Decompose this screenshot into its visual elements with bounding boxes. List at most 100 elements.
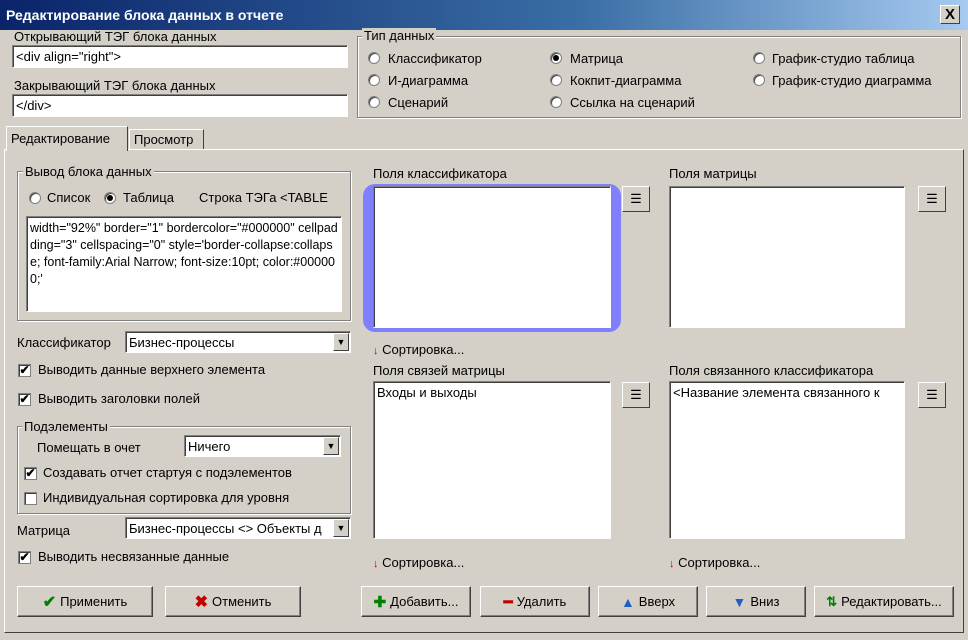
list-item[interactable]: Входы и выходы bbox=[377, 385, 477, 400]
chevron-down-icon[interactable]: ▼ bbox=[333, 519, 349, 537]
add-button[interactable]: ✚ Добавить... bbox=[361, 586, 471, 617]
radio-scenario-link[interactable] bbox=[550, 96, 562, 108]
cancel-label: Отменить bbox=[212, 594, 272, 609]
check-icon: ✔ bbox=[42, 593, 57, 611]
radio-cockpit-label: Кокпит-диаграмма bbox=[570, 73, 682, 88]
delete-label: Удалить bbox=[516, 594, 567, 609]
linked-classifier-fields-list[interactable]: <Название элемента связанного к bbox=[669, 381, 905, 539]
up-button[interactable]: ▲ Вверх bbox=[598, 586, 698, 617]
radio-graph-table-label: График-студио таблица bbox=[772, 51, 915, 66]
linked-classifier-sort[interactable]: ↓ Сортировка... bbox=[669, 555, 760, 570]
tab-editing[interactable]: Редактирование bbox=[6, 126, 128, 151]
list-item[interactable]: <Название элемента связанного к bbox=[673, 385, 901, 400]
sort-icon: ↓ bbox=[669, 558, 675, 570]
check-individual-sort[interactable] bbox=[24, 492, 37, 505]
classifier-fields-sort[interactable]: ↓ Сортировка... bbox=[373, 342, 464, 357]
subelements-title: Подэлементы bbox=[22, 419, 110, 434]
linked-classifier-settings-button[interactable]: ☰ bbox=[918, 382, 946, 408]
apply-button[interactable]: ✔ Применить bbox=[17, 586, 153, 617]
classifier-fields-list[interactable] bbox=[373, 186, 611, 328]
list-settings-icon: ☰ bbox=[926, 387, 938, 402]
minus-icon: ━ bbox=[503, 593, 513, 611]
check-field-headers-label: Выводить заголовки полей bbox=[38, 391, 200, 406]
radio-list-label: Список bbox=[47, 190, 91, 205]
radio-graph-diagram[interactable] bbox=[753, 74, 765, 86]
classifier-fields-label: Поля классификатора bbox=[373, 166, 507, 181]
delete-button[interactable]: ━ Удалить bbox=[480, 586, 590, 617]
classifier-fields-settings-button[interactable]: ☰ bbox=[622, 186, 650, 212]
matrix-fields-settings-button[interactable]: ☰ bbox=[918, 186, 946, 212]
radio-scenario[interactable] bbox=[368, 96, 380, 108]
list-settings-icon: ☰ bbox=[630, 191, 642, 206]
check-unlinked[interactable]: ✔ bbox=[18, 551, 31, 564]
arrow-down-icon: ▼ bbox=[732, 593, 747, 610]
radio-matrix[interactable] bbox=[550, 52, 562, 64]
table-attrs-textarea[interactable]: width="92%" border="1" bordercolor="#000… bbox=[26, 216, 342, 312]
sort-label: Сортировка... bbox=[678, 555, 761, 570]
down-label: Вниз bbox=[750, 594, 780, 609]
close-tag-input[interactable]: </div> bbox=[12, 94, 348, 117]
output-title: Вывод блока данных bbox=[23, 164, 154, 179]
down-button[interactable]: ▼ Вниз bbox=[706, 586, 806, 617]
add-label: Добавить... bbox=[390, 594, 459, 609]
chevron-down-icon[interactable]: ▼ bbox=[323, 437, 339, 455]
radio-classifier-label: Классификатор bbox=[388, 51, 482, 66]
check-top-element[interactable]: ✔ bbox=[18, 364, 31, 377]
plus-icon: ✚ bbox=[373, 593, 387, 611]
cancel-button[interactable]: ✖ Отменить bbox=[165, 586, 301, 617]
up-label: Вверх bbox=[638, 594, 676, 609]
radio-matrix-label: Матрица bbox=[570, 51, 624, 66]
check-create-from-sub[interactable]: ✔ bbox=[24, 467, 37, 480]
radio-table-label: Таблица bbox=[123, 190, 174, 205]
edit-button[interactable]: ⇅ Редактировать... bbox=[814, 586, 954, 617]
matrix-select[interactable]: Бизнес-процессы <> Объекты д ▼ bbox=[125, 517, 351, 539]
open-tag-input[interactable]: <div align="right"> bbox=[12, 45, 348, 68]
radio-i-diagram-label: И-диаграмма bbox=[388, 73, 469, 88]
radio-cockpit[interactable] bbox=[550, 74, 562, 86]
check-top-element-label: Выводить данные верхнего элемента bbox=[38, 362, 266, 377]
radio-graph-diagram-label: График-студио диаграмма bbox=[772, 73, 932, 88]
radio-list[interactable] bbox=[29, 192, 41, 204]
matrix-fields-list[interactable] bbox=[669, 186, 905, 328]
close-tag-label: Закрывающий ТЭГ блока данных bbox=[14, 78, 216, 93]
list-settings-icon: ☰ bbox=[630, 387, 642, 402]
check-unlinked-label: Выводить несвязанные данные bbox=[38, 549, 230, 564]
radio-scenario-link-label: Ссылка на сценарий bbox=[570, 95, 695, 110]
check-field-headers[interactable]: ✔ bbox=[18, 393, 31, 406]
radio-graph-table[interactable] bbox=[753, 52, 765, 64]
matrix-fields-label: Поля матрицы bbox=[669, 166, 757, 181]
close-button[interactable]: X bbox=[940, 5, 960, 24]
sort-label: Сортировка... bbox=[382, 342, 465, 357]
open-tag-value: <div align="right"> bbox=[16, 49, 121, 64]
radio-table[interactable] bbox=[104, 192, 116, 204]
matrix-link-fields-list[interactable]: Входы и выходы bbox=[373, 381, 611, 539]
open-tag-label: Открывающий ТЭГ блока данных bbox=[14, 29, 217, 44]
matrix-link-settings-button[interactable]: ☰ bbox=[622, 382, 650, 408]
radio-scenario-label: Сценарий bbox=[388, 95, 449, 110]
close-tag-value: </div> bbox=[16, 98, 52, 113]
list-settings-icon: ☰ bbox=[926, 191, 938, 206]
edit-label: Редактировать... bbox=[841, 594, 942, 609]
tag-row-label: Строка ТЭГа <TABLE bbox=[199, 190, 328, 205]
arrow-up-icon: ▲ bbox=[620, 593, 635, 610]
classifier-label: Классификатор bbox=[17, 335, 111, 350]
chevron-down-icon[interactable]: ▼ bbox=[333, 333, 349, 351]
matrix-link-sort[interactable]: ↓ Сортировка... bbox=[373, 555, 464, 570]
apply-label: Применить bbox=[60, 594, 128, 609]
place-select[interactable]: Ничего ▼ bbox=[184, 435, 341, 457]
classifier-select[interactable]: Бизнес-процессы ▼ bbox=[125, 331, 351, 353]
table-attrs-text: width="92%" border="1" bordercolor="#000… bbox=[30, 221, 338, 286]
up-down-arrows-icon: ⇅ bbox=[826, 593, 838, 609]
sort-icon: ↓ bbox=[373, 345, 379, 357]
linked-classifier-fields-label: Поля связанного классификатора bbox=[669, 363, 874, 378]
cross-icon: ✖ bbox=[194, 593, 208, 611]
radio-i-diagram[interactable] bbox=[368, 74, 380, 86]
check-create-from-sub-label: Создавать отчет стартуя с подэлементов bbox=[43, 465, 292, 480]
sort-icon: ↓ bbox=[373, 558, 379, 570]
tab-preview[interactable]: Просмотр bbox=[129, 129, 204, 149]
classifier-value: Бизнес-процессы bbox=[129, 335, 235, 350]
check-individual-sort-label: Индивидуальная сортировка для уровня bbox=[43, 490, 290, 505]
radio-classifier[interactable] bbox=[368, 52, 380, 64]
sort-label: Сортировка... bbox=[382, 555, 465, 570]
place-value: Ничего bbox=[188, 439, 231, 454]
